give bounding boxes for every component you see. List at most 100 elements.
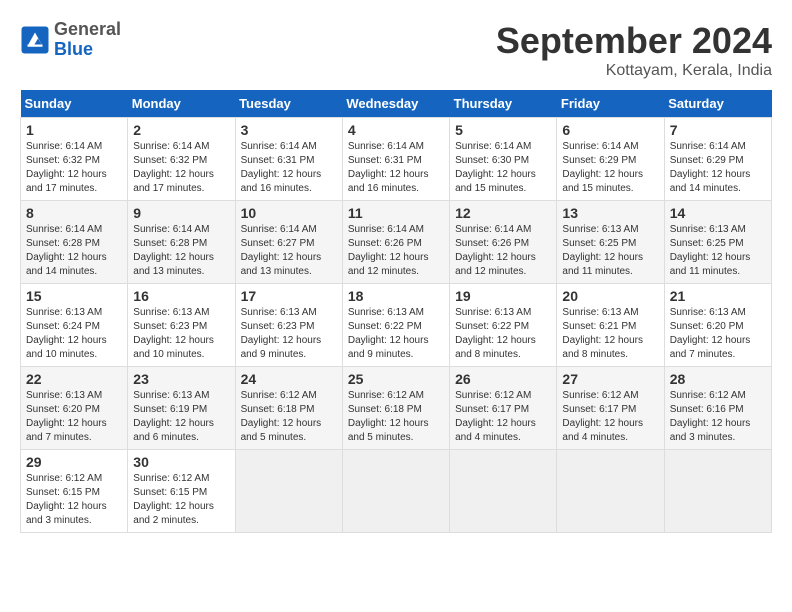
logo-general: General (54, 20, 121, 40)
calendar-cell: 11 Sunrise: 6:14 AMSunset: 6:26 PMDayligh… (342, 201, 449, 284)
calendar-cell: 10 Sunrise: 6:14 AMSunset: 6:27 PMDayligh… (235, 201, 342, 284)
day-number: 3 (241, 122, 337, 138)
day-info: Sunrise: 6:12 AMSunset: 6:15 PMDaylight:… (133, 472, 229, 528)
day-number: 26 (455, 371, 551, 387)
day-info: Sunrise: 6:13 AMSunset: 6:23 PMDaylight:… (241, 306, 337, 362)
logo-text: General Blue (54, 20, 121, 60)
day-info: Sunrise: 6:13 AMSunset: 6:23 PMDaylight:… (133, 306, 229, 362)
day-number: 18 (348, 288, 444, 304)
day-info: Sunrise: 6:13 AMSunset: 6:19 PMDaylight:… (133, 389, 229, 445)
calendar-cell (664, 450, 771, 533)
day-info: Sunrise: 6:12 AMSunset: 6:18 PMDaylight:… (241, 389, 337, 445)
calendar-cell: 27 Sunrise: 6:12 AMSunset: 6:17 PMDayligh… (557, 367, 664, 450)
calendar-cell: 1 Sunrise: 6:14 AMSunset: 6:32 PMDaylight… (21, 118, 128, 201)
logo-icon (20, 25, 50, 55)
day-number: 16 (133, 288, 229, 304)
day-number: 27 (562, 371, 658, 387)
header-tuesday: Tuesday (235, 90, 342, 118)
day-info: Sunrise: 6:13 AMSunset: 6:20 PMDaylight:… (26, 389, 122, 445)
day-number: 20 (562, 288, 658, 304)
day-info: Sunrise: 6:13 AMSunset: 6:24 PMDaylight:… (26, 306, 122, 362)
day-info: Sunrise: 6:14 AMSunset: 6:32 PMDaylight:… (26, 140, 122, 196)
day-info: Sunrise: 6:14 AMSunset: 6:26 PMDaylight:… (348, 223, 444, 279)
calendar-cell: 24 Sunrise: 6:12 AMSunset: 6:18 PMDayligh… (235, 367, 342, 450)
calendar-cell: 7Sunrise: 6:14 AMSunset: 6:29 PMDaylight… (664, 118, 771, 201)
title-block: September 2024 Kottayam, Kerala, India (496, 20, 772, 80)
day-info: Sunrise: 6:14 AMSunset: 6:28 PMDaylight:… (26, 223, 122, 279)
day-number: 8 (26, 205, 122, 221)
calendar-cell: 14Sunrise: 6:13 AMSunset: 6:25 PMDayligh… (664, 201, 771, 284)
header-friday: Friday (557, 90, 664, 118)
day-number: 15 (26, 288, 122, 304)
day-info: Sunrise: 6:13 AMSunset: 6:25 PMDaylight:… (562, 223, 658, 279)
day-info: Sunrise: 6:12 AMSunset: 6:15 PMDaylight:… (26, 472, 122, 528)
day-number: 23 (133, 371, 229, 387)
month-title: September 2024 (496, 20, 772, 62)
day-info: Sunrise: 6:14 AMSunset: 6:27 PMDaylight:… (241, 223, 337, 279)
calendar-row: 29 Sunrise: 6:12 AMSunset: 6:15 PMDayligh… (21, 450, 772, 533)
day-number: 12 (455, 205, 551, 221)
day-number: 1 (26, 122, 122, 138)
calendar-table: Sunday Monday Tuesday Wednesday Thursday… (20, 90, 772, 533)
calendar-cell: 25 Sunrise: 6:12 AMSunset: 6:18 PMDayligh… (342, 367, 449, 450)
day-info: Sunrise: 6:12 AMSunset: 6:16 PMDaylight:… (670, 389, 766, 445)
day-info: Sunrise: 6:14 AMSunset: 6:26 PMDaylight:… (455, 223, 551, 279)
day-number: 24 (241, 371, 337, 387)
day-info: Sunrise: 6:12 AMSunset: 6:17 PMDaylight:… (562, 389, 658, 445)
calendar-cell: 6 Sunrise: 6:14 AMSunset: 6:29 PMDaylight… (557, 118, 664, 201)
calendar-cell: 2 Sunrise: 6:14 AMSunset: 6:32 PMDaylight… (128, 118, 235, 201)
calendar-cell: 8 Sunrise: 6:14 AMSunset: 6:28 PMDaylight… (21, 201, 128, 284)
header-monday: Monday (128, 90, 235, 118)
calendar-cell: 9Sunrise: 6:14 AMSunset: 6:28 PMDaylight… (128, 201, 235, 284)
calendar-cell: 19Sunrise: 6:13 AMSunset: 6:22 PMDayligh… (450, 284, 557, 367)
logo: General Blue (20, 20, 121, 60)
location: Kottayam, Kerala, India (496, 62, 772, 80)
header-sunday: Sunday (21, 90, 128, 118)
calendar-cell: 12 Sunrise: 6:14 AMSunset: 6:26 PMDayligh… (450, 201, 557, 284)
page-header: General Blue September 2024 Kottayam, Ke… (20, 20, 772, 80)
day-info: Sunrise: 6:13 AMSunset: 6:22 PMDaylight:… (348, 306, 444, 362)
calendar-cell: 16 Sunrise: 6:13 AMSunset: 6:23 PMDayligh… (128, 284, 235, 367)
calendar-cell (450, 450, 557, 533)
day-number: 10 (241, 205, 337, 221)
day-info: Sunrise: 6:13 AMSunset: 6:20 PMDaylight:… (670, 306, 766, 362)
calendar-cell: 15 Sunrise: 6:13 AMSunset: 6:24 PMDayligh… (21, 284, 128, 367)
calendar-cell: 26 Sunrise: 6:12 AMSunset: 6:17 PMDayligh… (450, 367, 557, 450)
day-info: Sunrise: 6:14 AMSunset: 6:29 PMDaylight:… (562, 140, 658, 196)
calendar-cell: 30 Sunrise: 6:12 AMSunset: 6:15 PMDayligh… (128, 450, 235, 533)
day-number: 7 (670, 122, 766, 138)
day-info: Sunrise: 6:14 AMSunset: 6:32 PMDaylight:… (133, 140, 229, 196)
day-info: Sunrise: 6:13 AMSunset: 6:21 PMDaylight:… (562, 306, 658, 362)
calendar-cell: 3 Sunrise: 6:14 AMSunset: 6:31 PMDaylight… (235, 118, 342, 201)
day-number: 19 (455, 288, 551, 304)
day-number: 4 (348, 122, 444, 138)
day-info: Sunrise: 6:12 AMSunset: 6:18 PMDaylight:… (348, 389, 444, 445)
day-number: 21 (670, 288, 766, 304)
calendar-cell (557, 450, 664, 533)
calendar-row: 15 Sunrise: 6:13 AMSunset: 6:24 PMDayligh… (21, 284, 772, 367)
calendar-cell: 17 Sunrise: 6:13 AMSunset: 6:23 PMDayligh… (235, 284, 342, 367)
calendar-cell: 28 Sunrise: 6:12 AMSunset: 6:16 PMDayligh… (664, 367, 771, 450)
logo-blue: Blue (54, 40, 121, 60)
day-number: 22 (26, 371, 122, 387)
day-number: 11 (348, 205, 444, 221)
day-number: 5 (455, 122, 551, 138)
day-info: Sunrise: 6:14 AMSunset: 6:31 PMDaylight:… (348, 140, 444, 196)
day-number: 29 (26, 454, 122, 470)
day-info: Sunrise: 6:14 AMSunset: 6:30 PMDaylight:… (455, 140, 551, 196)
header-thursday: Thursday (450, 90, 557, 118)
day-info: Sunrise: 6:14 AMSunset: 6:28 PMDaylight:… (133, 223, 229, 279)
day-info: Sunrise: 6:14 AMSunset: 6:31 PMDaylight:… (241, 140, 337, 196)
calendar-row: 22 Sunrise: 6:13 AMSunset: 6:20 PMDayligh… (21, 367, 772, 450)
calendar-cell: 18 Sunrise: 6:13 AMSunset: 6:22 PMDayligh… (342, 284, 449, 367)
day-info: Sunrise: 6:12 AMSunset: 6:17 PMDaylight:… (455, 389, 551, 445)
day-number: 28 (670, 371, 766, 387)
calendar-cell: 20 Sunrise: 6:13 AMSunset: 6:21 PMDayligh… (557, 284, 664, 367)
day-number: 17 (241, 288, 337, 304)
day-number: 6 (562, 122, 658, 138)
day-number: 25 (348, 371, 444, 387)
day-number: 30 (133, 454, 229, 470)
header-saturday: Saturday (664, 90, 771, 118)
calendar-row: 8 Sunrise: 6:14 AMSunset: 6:28 PMDaylight… (21, 201, 772, 284)
day-number: 2 (133, 122, 229, 138)
